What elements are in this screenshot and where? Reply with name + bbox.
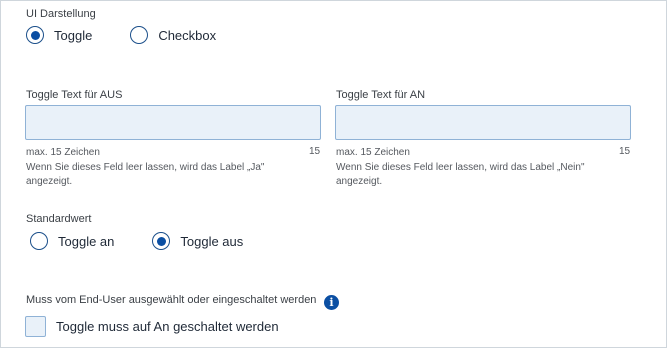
ui-display-label: UI Darstellung bbox=[26, 8, 96, 20]
ui-display-radio-group: Toggle Checkbox bbox=[26, 26, 254, 44]
radio-button-toggle-off[interactable] bbox=[152, 232, 171, 250]
toggle-on-max-chars: max. 15 Zeichen bbox=[336, 147, 410, 158]
toggle-on-text-input[interactable] bbox=[335, 105, 631, 140]
required-checkbox-row[interactable]: Toggle muss auf An geschaltet werden bbox=[25, 316, 279, 337]
radio-label-toggle-on: Toggle an bbox=[58, 233, 115, 249]
toggle-off-text-input[interactable] bbox=[25, 105, 321, 140]
radio-button-toggle[interactable] bbox=[26, 26, 44, 44]
radio-option-toggle-on[interactable]: Toggle an bbox=[30, 232, 114, 250]
required-label: Muss vom End-User ausgewählt oder einges… bbox=[26, 294, 317, 306]
radio-label-toggle: Toggle bbox=[54, 27, 93, 43]
toggle-off-max-chars: max. 15 Zeichen bbox=[26, 147, 100, 158]
radio-button-checkbox[interactable] bbox=[130, 26, 149, 44]
radio-option-checkbox[interactable]: Checkbox bbox=[130, 26, 216, 44]
required-checkbox-label: Toggle muss auf An geschaltet werden bbox=[56, 319, 279, 334]
radio-button-toggle-on[interactable] bbox=[30, 232, 48, 250]
default-value-label: Standardwert bbox=[26, 213, 92, 225]
toggle-on-char-counter: 15 bbox=[619, 146, 631, 157]
toggle-off-char-counter: 15 bbox=[309, 146, 321, 157]
radio-option-toggle-off[interactable]: Toggle aus bbox=[152, 232, 243, 250]
radio-option-toggle[interactable]: Toggle bbox=[26, 26, 92, 44]
radio-selected-dot bbox=[156, 236, 166, 246]
info-icon[interactable]: i bbox=[324, 295, 339, 310]
toggle-on-hint: Wenn Sie dieses Feld leer lassen, wird d… bbox=[336, 162, 585, 187]
radio-selected-dot bbox=[30, 30, 40, 40]
required-checkbox[interactable] bbox=[25, 316, 46, 337]
toggle-off-hint: Wenn Sie dieses Feld leer lassen, wird d… bbox=[26, 162, 265, 187]
radio-label-checkbox: Checkbox bbox=[158, 27, 217, 43]
default-value-radio-group: Toggle an Toggle aus bbox=[30, 232, 281, 250]
toggle-off-text-label: Toggle Text für AUS bbox=[26, 89, 123, 101]
toggle-on-text-label: Toggle Text für AN bbox=[336, 89, 426, 101]
radio-label-toggle-off: Toggle aus bbox=[180, 233, 244, 249]
